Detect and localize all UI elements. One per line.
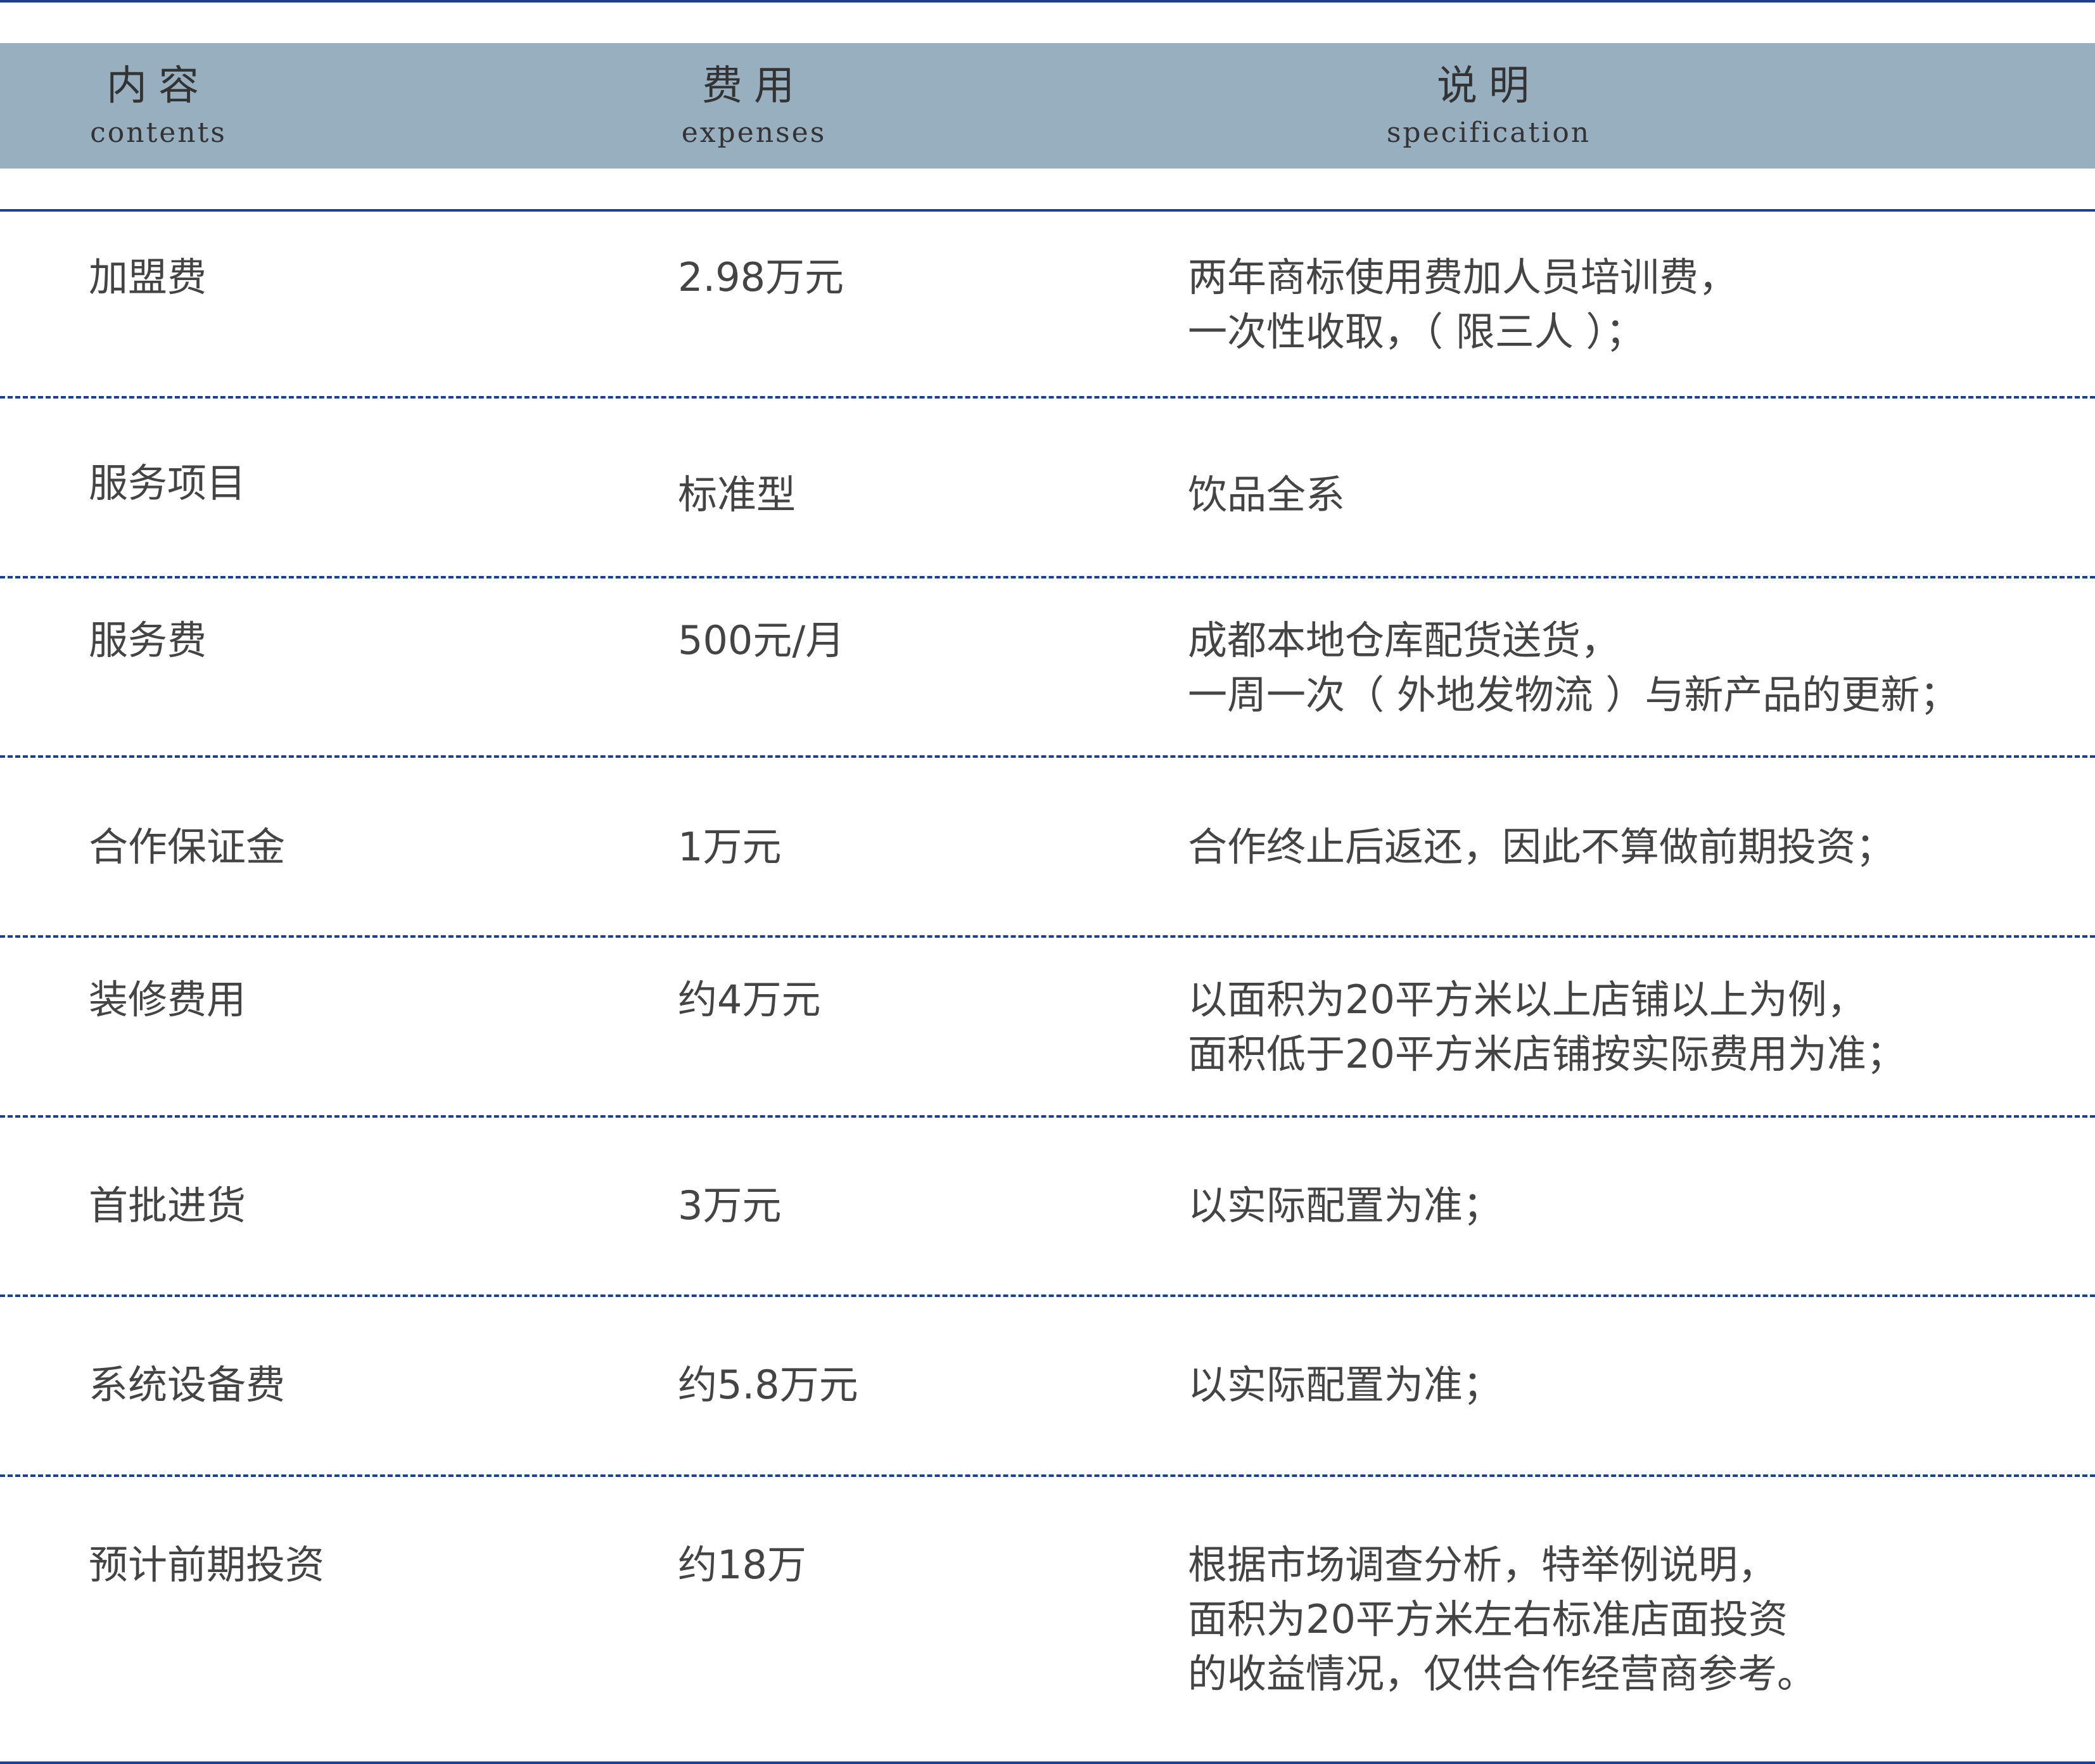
row-spec-line: 以面积为20平方米以上店铺以上为例， [1188, 976, 1866, 1023]
table-header: 内容 contents 费用 expenses 说明 specification [0, 43, 2095, 169]
row-spec: 以面积为20平方米以上店铺以上为例， 面积低于20平方米店铺按实际费用为准； [1188, 973, 1906, 1082]
row-spec: 两年商标使用费加人员培训费， 一次性收取，（ 限三人 ）； [1188, 250, 1738, 359]
row-divider [0, 935, 2095, 938]
row-spec: 根据市场调查分析，特举例说明， 面积为20平方米左右标准店面投资 的收益情况，仅… [1188, 1538, 1816, 1701]
header-contents: 内容 contents [63, 43, 253, 169]
row-item: 服务费 [89, 617, 207, 663]
header-specification-en: specification [1386, 117, 1591, 149]
row-divider [0, 576, 2095, 578]
row-spec-line: 合作终止后返还，因此不算做前期投资； [1188, 824, 1895, 870]
header-contents-zh: 内容 [106, 63, 210, 110]
row-divider [0, 1294, 2095, 1297]
header-specification: 说明 specification [1286, 43, 1691, 169]
row-spec-line: 根据市场调查分析，特举例说明， [1188, 1542, 1778, 1588]
header-expenses-zh: 费用 [702, 63, 806, 110]
row-item: 首批进货 [89, 1182, 246, 1229]
row-spec: 以实际配置为准； [1188, 1358, 1502, 1412]
row-item: 服务项目 [89, 460, 246, 506]
bottom-rule [0, 1761, 2095, 1764]
row-expense: 标准型 [678, 471, 796, 518]
row-item: 预计前期投资 [89, 1542, 325, 1588]
row-spec-line: 一周一次（ 外地发物流 ）与新产品的更新； [1188, 672, 1959, 718]
row-item: 装修费用 [89, 976, 246, 1023]
header-expenses: 费用 expenses [659, 43, 849, 169]
row-spec: 成都本地仓库配货送货， 一周一次（ 外地发物流 ）与新产品的更新； [1188, 613, 1959, 722]
row-expense: 1万元 [678, 824, 782, 870]
row-spec-line: 的收益情况，仅供合作经营商参考。 [1188, 1651, 1817, 1697]
row-spec-line: 面积为20平方米左右标准店面投资 [1188, 1596, 1788, 1642]
header-expenses-en: expenses [681, 117, 827, 149]
row-spec-line: 成都本地仓库配货送货， [1188, 617, 1621, 663]
row-expense: 约18万 [678, 1542, 806, 1588]
row-spec-line: 一次性收取，（ 限三人 ）； [1188, 309, 1645, 355]
row-spec-line: 以实际配置为准； [1188, 1362, 1503, 1408]
row-item: 加盟费 [89, 254, 207, 300]
header-contents-en: contents [90, 117, 227, 149]
row-expense: 3万元 [678, 1182, 782, 1229]
row-divider [0, 396, 2095, 399]
row-divider [0, 1474, 2095, 1477]
row-item: 合作保证金 [89, 824, 286, 870]
header-bottom-rule [0, 209, 2095, 212]
row-divider [0, 755, 2095, 758]
row-spec: 以实际配置为准； [1188, 1179, 1502, 1233]
top-rule [0, 0, 2095, 3]
row-spec: 合作终止后返还，因此不算做前期投资； [1188, 820, 1895, 874]
row-spec-line: 以实际配置为准； [1188, 1182, 1503, 1229]
row-divider [0, 1115, 2095, 1118]
header-specification-zh: 说明 [1437, 63, 1541, 110]
row-spec-line: 面积低于20平方米店铺按实际费用为准； [1188, 1031, 1906, 1077]
row-item: 系统设备费 [89, 1362, 286, 1408]
row-expense: 约4万元 [678, 976, 821, 1023]
row-expense: 500元/月 [678, 617, 845, 663]
row-spec-line: 两年商标使用费加人员培训费， [1188, 254, 1738, 300]
row-expense: 2.98万元 [678, 254, 844, 300]
row-expense: 约5.8万元 [678, 1362, 858, 1408]
row-spec-line: 饮品全系 [1188, 471, 1346, 518]
row-spec: 饮品全系 [1188, 468, 1345, 522]
